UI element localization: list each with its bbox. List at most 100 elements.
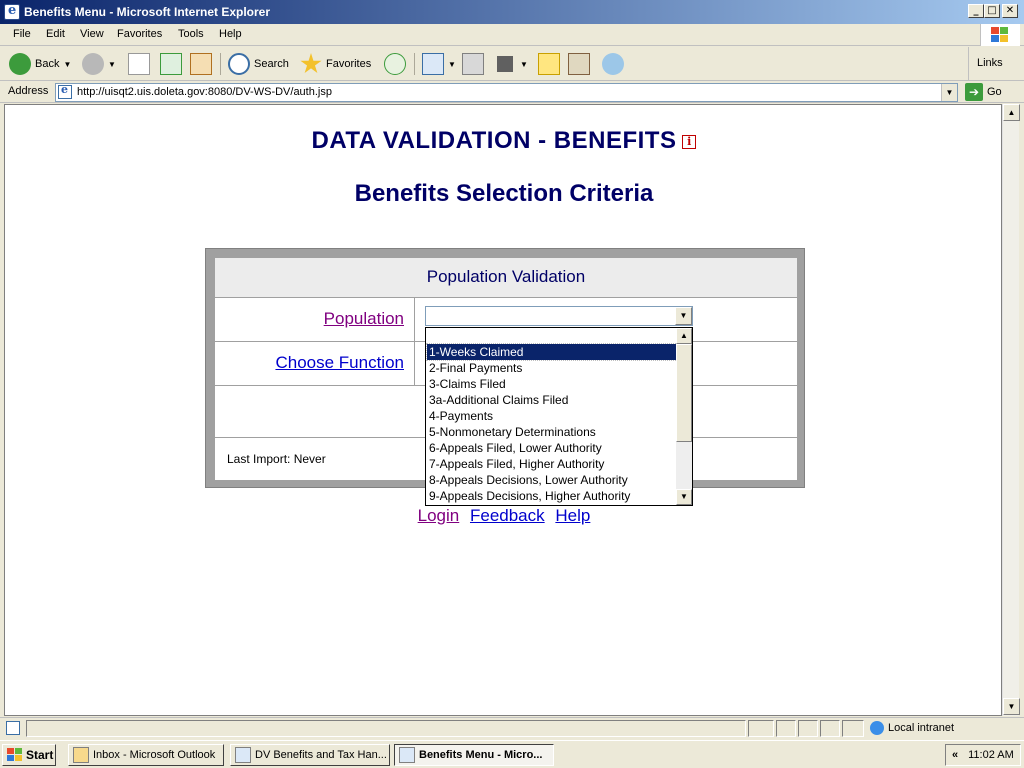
address-bar: Address http://uisqt2.uis.doleta.gov:808… (0, 81, 1024, 103)
edit-dropdown-icon[interactable]: ▼ (520, 60, 528, 69)
minimize-button[interactable]: _ (968, 4, 984, 18)
back-button[interactable]: Back ▼ (9, 51, 71, 77)
forward-dropdown-icon[interactable]: ▼ (108, 60, 116, 69)
taskbar-item-word[interactable]: DV Benefits and Tax Han... (230, 744, 390, 766)
select-dropdown-arrow-icon[interactable]: ▼ (675, 307, 692, 325)
login-link[interactable]: Login (418, 506, 460, 525)
discuss-icon (538, 53, 560, 75)
forward-button[interactable]: ▼ (82, 51, 116, 77)
dropdown-option[interactable]: 5-Nonmonetary Determinations (427, 424, 677, 440)
dropdown-option[interactable]: 4-Payments (427, 408, 677, 424)
taskbar-item-ie[interactable]: Benefits Menu - Micro... (394, 744, 554, 766)
choose-function-label-cell: Choose Function (215, 342, 415, 385)
dropdown-option[interactable]: 7-Appeals Filed, Higher Authority (427, 456, 677, 472)
taskbar-item-outlook[interactable]: Inbox - Microsoft Outlook (68, 744, 224, 766)
dropdown-option-selected[interactable]: 1-Weeks Claimed (426, 343, 678, 361)
info-icon[interactable]: i (682, 134, 697, 149)
page-scrollbar[interactable]: ▲ ▼ (1002, 104, 1020, 716)
discuss-button[interactable] (538, 51, 560, 77)
research-button[interactable] (568, 51, 590, 77)
mail-button[interactable]: ▼ (422, 51, 456, 77)
scroll-up-icon[interactable]: ▲ (676, 328, 692, 344)
scroll-down-icon[interactable]: ▼ (676, 489, 692, 505)
messenger-button[interactable] (602, 51, 624, 77)
print-icon (462, 53, 484, 75)
back-dropdown-icon[interactable]: ▼ (63, 60, 71, 69)
intranet-zone-icon (870, 721, 884, 735)
favorites-button[interactable]: Favorites (300, 51, 371, 77)
clock[interactable]: 11:02 AM (968, 749, 1014, 761)
menu-bar: File Edit View Favorites Tools Help (0, 24, 1024, 46)
home-icon (190, 53, 212, 75)
dropdown-option[interactable] (427, 328, 677, 344)
print-button[interactable] (462, 51, 484, 77)
page-scroll-down-icon[interactable]: ▼ (1003, 698, 1020, 715)
favorites-star-icon (300, 53, 322, 74)
taskbar: Start Inbox - Microsoft Outlook DV Benef… (0, 740, 1024, 768)
page-viewport: DATA VALIDATION - BENEFITS i Benefits Sel… (4, 104, 1002, 716)
home-button[interactable] (190, 51, 212, 77)
ie-task-icon (399, 747, 415, 763)
status-text-pane (26, 720, 746, 737)
feedback-link[interactable]: Feedback (470, 506, 545, 525)
menu-edit[interactable]: Edit (46, 28, 65, 40)
system-tray: « 11:02 AM (945, 744, 1021, 766)
dropdown-option[interactable]: 8-Appeals Decisions, Lower Authority (427, 472, 677, 488)
back-arrow-icon (9, 53, 31, 75)
stop-button[interactable] (128, 51, 150, 77)
dropdown-option[interactable]: 2-Final Payments (427, 360, 677, 376)
menu-file[interactable]: File (13, 28, 31, 40)
help-link[interactable]: Help (555, 506, 590, 525)
security-zone[interactable]: Local intranet (870, 721, 954, 735)
dropdown-option[interactable]: 3-Claims Filed (427, 376, 677, 392)
messenger-icon (602, 53, 624, 75)
last-import-text: Last Import: Never (227, 452, 326, 466)
menu-help[interactable]: Help (219, 28, 242, 40)
search-button[interactable]: Search (228, 51, 289, 77)
ie-icon[interactable] (4, 3, 20, 20)
page-scroll-up-icon[interactable]: ▲ (1003, 104, 1020, 121)
footer-links: Login Feedback Help (5, 506, 1001, 526)
dropdown-option[interactable]: 3a-Additional Claims Filed (427, 392, 677, 408)
population-link[interactable]: Population (324, 309, 404, 328)
menu-tools[interactable]: Tools (178, 28, 204, 40)
choose-function-link[interactable]: Choose Function (275, 353, 404, 372)
history-button[interactable] (384, 51, 406, 77)
address-input[interactable]: http://uisqt2.uis.doleta.gov:8080/DV-WS-… (55, 83, 958, 102)
population-select[interactable]: ▼ (425, 306, 693, 326)
outlook-icon (73, 747, 89, 763)
mail-icon (422, 53, 444, 75)
links-toolbar[interactable]: Links (968, 47, 1024, 81)
edit-button[interactable]: ▼ (494, 51, 528, 77)
address-url[interactable]: http://uisqt2.uis.doleta.gov:8080/DV-WS-… (77, 86, 332, 98)
refresh-icon (160, 53, 182, 75)
refresh-button[interactable] (160, 51, 182, 77)
standard-toolbar: Back ▼ ▼ Search Favorites ▼ ▼ (0, 47, 1024, 81)
scroll-thumb[interactable] (676, 344, 692, 442)
tray-expand-icon[interactable]: « (952, 749, 958, 761)
edit-icon (497, 56, 513, 72)
status-pane (776, 720, 796, 737)
status-page-icon (6, 721, 20, 735)
population-label-cell: Population (215, 298, 415, 341)
stop-icon (128, 53, 150, 75)
mail-dropdown-icon[interactable]: ▼ (448, 60, 456, 69)
dropdown-option[interactable]: 6-Appeals Filed, Lower Authority (427, 440, 677, 456)
dropdown-option[interactable]: 9-Appeals Decisions, Higher Authority (427, 488, 677, 504)
start-button[interactable]: Start (2, 744, 56, 766)
dropdown-scrollbar[interactable]: ▲ ▼ (676, 328, 692, 505)
go-button[interactable]: ➔ Go (965, 83, 1002, 101)
window-title-bar[interactable]: Benefits Menu - Microsoft Internet Explo… (0, 0, 1024, 24)
word-document-icon (235, 747, 251, 763)
address-dropdown-icon[interactable]: ▼ (941, 84, 957, 101)
status-pane (842, 720, 864, 737)
maximize-button[interactable]: □ (984, 4, 1000, 18)
menu-favorites[interactable]: Favorites (117, 28, 162, 40)
toolbar-separator (414, 53, 415, 75)
population-dropdown-list[interactable]: 1-Weeks Claimed 2-Final Payments 3-Claim… (425, 327, 693, 506)
menu-view[interactable]: View (80, 28, 104, 40)
search-icon (228, 53, 250, 75)
page-title: DATA VALIDATION - BENEFITS i (5, 127, 1001, 155)
forward-arrow-icon (82, 53, 104, 75)
close-button[interactable]: ✕ (1002, 4, 1018, 18)
